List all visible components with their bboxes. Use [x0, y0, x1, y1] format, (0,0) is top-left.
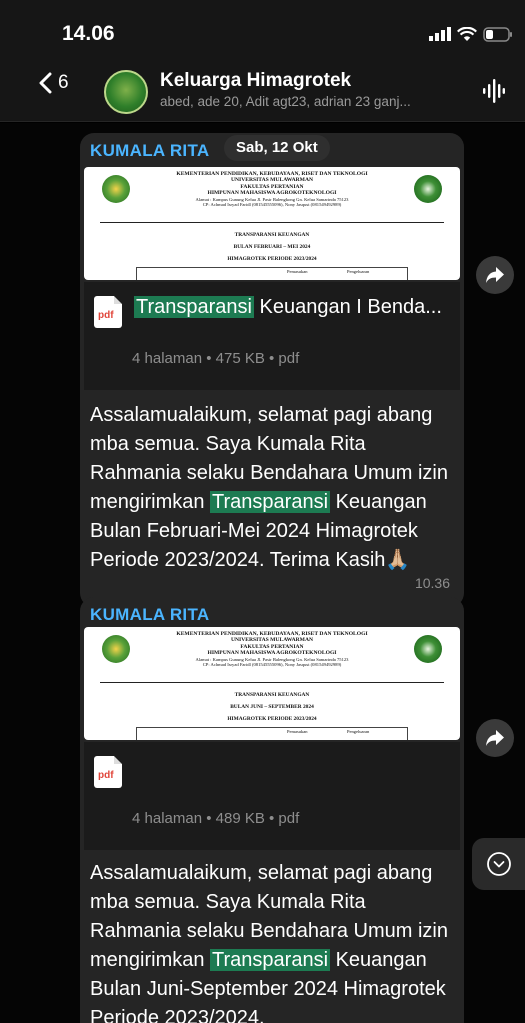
forward-button[interactable]	[476, 256, 514, 294]
document-title: TRANSPARANSI KEUANGAN BULAN FEBRUARI – M…	[227, 232, 317, 262]
university-logo	[102, 175, 130, 203]
chat-header: 6 Keluarga Himagrotek abed, ade 20, Adit…	[0, 62, 525, 122]
status-icons	[429, 24, 513, 44]
group-name[interactable]: Keluarga Himagrotek	[160, 70, 351, 92]
unread-count: 6	[58, 72, 69, 93]
date-pill: Sab, 12 Okt	[224, 135, 330, 161]
group-avatar[interactable]	[104, 70, 148, 114]
file-meta: 4 halaman • 489 KB • pdf	[132, 810, 300, 827]
letterhead: KEMENTERIAN PENDIDIKAN, KEBUDAYAAN, RISE…	[176, 171, 368, 208]
voice-chat-button[interactable]	[483, 78, 505, 109]
message-text: Assalamualaikum, selamat pagi abang mba …	[90, 404, 448, 571]
document-title: TRANSPARANSI KEUANGAN BULAN JUNI – SEPTE…	[227, 692, 317, 722]
wifi-icon	[457, 26, 477, 41]
group-members[interactable]: abed, ade 20, Adit agt23, adrian 23 ganj…	[160, 94, 460, 109]
message-bubble[interactable]: KUMALA RITA KEMENTERIAN PENDIDIKAN, KEBU…	[80, 597, 464, 1023]
forward-icon	[486, 267, 504, 283]
document-table: Pemasukan Pengeluaran	[136, 727, 408, 740]
letterhead: KEMENTERIAN PENDIDIKAN, KEBUDAYAAN, RISE…	[176, 631, 368, 668]
file-name: Transparansi Keuangan I Benda...	[134, 296, 442, 318]
chat-area[interactable]: KUMALA RITA KEMENTERIAN PENDIDIKAN, KEBU…	[0, 123, 525, 1023]
message-time: 10.36	[414, 575, 450, 591]
voice-chat-icon	[483, 79, 505, 103]
file-attachment[interactable]: pdf 4 halaman • 489 KB • pdf	[84, 742, 460, 850]
pdf-icon: pdf	[94, 296, 122, 328]
file-attachment[interactable]: pdf Transparansi Keuangan I Benda... 4 h…	[84, 282, 460, 390]
chevron-down-icon	[486, 852, 511, 876]
sender-name[interactable]: KUMALA RITA	[90, 141, 209, 161]
status-bar: 14.06	[0, 0, 525, 70]
message-bubble[interactable]: KUMALA RITA KEMENTERIAN PENDIDIKAN, KEBU…	[80, 133, 464, 607]
signal-icon	[429, 27, 451, 41]
himpunan-logo	[414, 175, 442, 203]
document-preview[interactable]: KEMENTERIAN PENDIDIKAN, KEBUDAYAAN, RISE…	[84, 167, 460, 280]
forward-icon	[486, 730, 504, 746]
scroll-to-bottom-button[interactable]	[472, 838, 525, 890]
status-time: 14.06	[62, 22, 115, 45]
divider	[100, 222, 444, 223]
himpunan-logo	[414, 635, 442, 663]
sender-name[interactable]: KUMALA RITA	[90, 605, 209, 625]
forward-button[interactable]	[476, 719, 514, 757]
battery-icon	[483, 26, 512, 42]
message-text: Assalamualaikum, selamat pagi abang mba …	[90, 862, 448, 1023]
chevron-left-icon	[39, 72, 52, 94]
document-preview[interactable]: KEMENTERIAN PENDIDIKAN, KEBUDAYAAN, RISE…	[84, 627, 460, 740]
file-meta: 4 halaman • 475 KB • pdf	[132, 350, 300, 367]
divider	[100, 682, 444, 683]
document-table: Pemasukan Pengeluaran	[136, 267, 408, 280]
back-button[interactable]: 6	[38, 72, 69, 94]
university-logo	[102, 635, 130, 663]
pdf-icon: pdf	[94, 756, 122, 788]
